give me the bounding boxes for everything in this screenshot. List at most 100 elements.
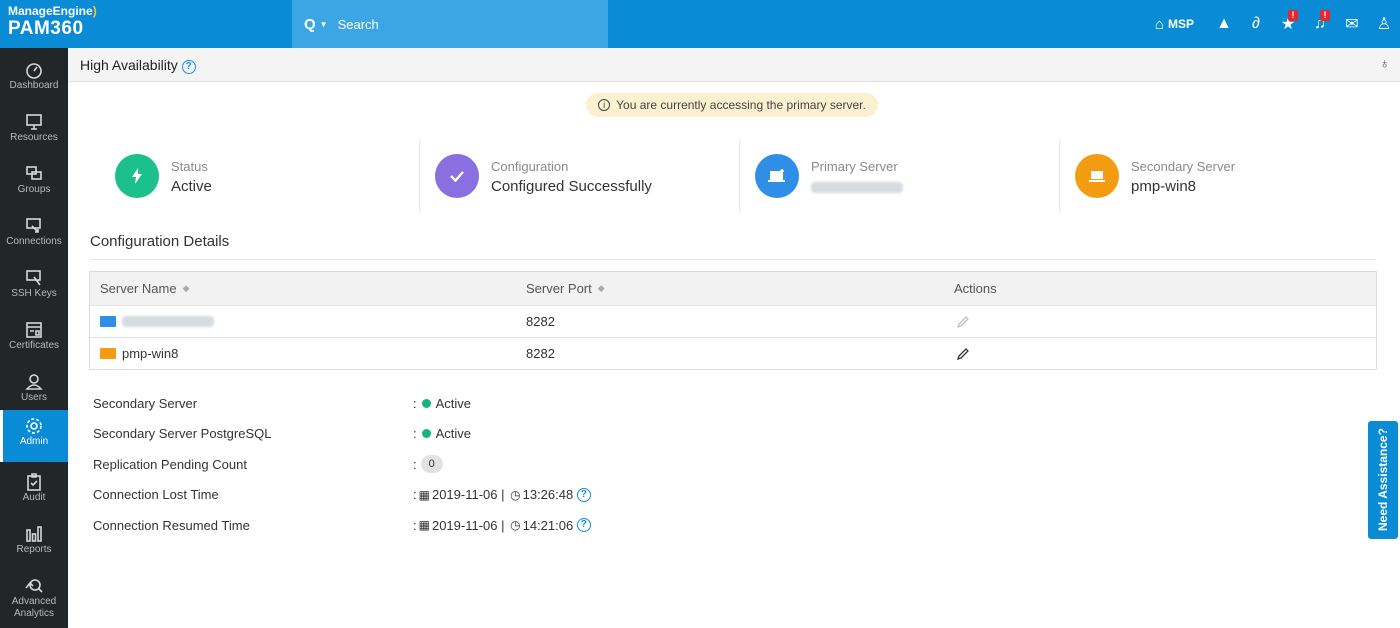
calendar-icon: ▦ — [418, 487, 430, 502]
detail-row: Connection Resumed Time : ▦ 2019-11-06 | ◷… — [93, 510, 793, 540]
server-name-cell: pmp-win8 — [100, 338, 178, 369]
sidebar-item-admin[interactable]: Admin — [0, 410, 68, 462]
info-icon: i — [598, 99, 611, 111]
dashboard-icon — [0, 54, 68, 80]
logo-arc: ) — [92, 4, 97, 18]
detail-value: Active — [435, 396, 472, 411]
sidebar-label: Resources — [10, 132, 58, 143]
sidebar-item-connections[interactable]: Connections — [0, 210, 68, 262]
ha-details: Secondary Server : Active Secondary Serve… — [93, 388, 793, 540]
msp-label: MSP — [1167, 17, 1194, 31]
sort-icon: ◆ — [597, 283, 605, 293]
secondary-server-value: pmp-win8 — [1131, 178, 1197, 195]
sidebar: Dashboard Resources Groups Connections S… — [0, 48, 68, 628]
need-assistance-button[interactable]: Need Assistance? — [1368, 421, 1398, 539]
server-icon — [100, 316, 116, 327]
calendar-icon: ▦ — [418, 518, 430, 533]
detail-row: Secondary Server : Active — [93, 396, 472, 411]
alert-badge: ! — [1288, 10, 1298, 21]
column-label: Server Port — [526, 281, 592, 296]
check-icon — [435, 154, 479, 198]
detail-label: Connection Lost Time — [93, 487, 219, 503]
detail-value: Active — [435, 426, 472, 442]
sidebar-item-groups[interactable]: Groups — [0, 158, 68, 210]
column-label: Server Name — [100, 281, 177, 296]
gear-icon — [0, 410, 68, 436]
clock-icon: ◷ — [510, 518, 521, 533]
edit-icon[interactable] — [956, 338, 970, 369]
summary-cards: Status Active Configuration Configured S… — [100, 140, 1380, 212]
analytics-icon — [0, 570, 68, 596]
topbar-actions: ⌂ MSP ▲ ∂ ★! ♫! ✉ ♙ — [1155, 0, 1400, 48]
server-icon — [755, 154, 799, 198]
sidebar-item-audit[interactable]: Audit — [0, 466, 68, 518]
sidebar-label: Certificates — [8, 340, 59, 351]
detail-label: Connection Resumed Time — [93, 517, 250, 533]
column-actions: Actions — [954, 272, 997, 305]
column-server-name[interactable]: Server Name ◆ — [100, 272, 190, 305]
page-title: High Availability — [80, 57, 178, 73]
sidebar-item-dashboard[interactable]: Dashboard — [0, 54, 68, 106]
user-icon[interactable]: ♙ — [1368, 0, 1400, 48]
sidebar-label: Admin — [19, 436, 49, 447]
certificate-icon — [0, 314, 68, 340]
lightbulb-icon[interactable]: ♁ — [1380, 55, 1391, 71]
help-icon[interactable]: ? — [576, 518, 591, 533]
server-name-cell — [100, 306, 214, 337]
clock-icon: ◷ — [510, 487, 521, 502]
help-icon[interactable]: ? — [576, 487, 591, 502]
laptop-icon — [100, 348, 116, 359]
sidebar-item-ssh-keys[interactable]: SSH Keys — [0, 262, 68, 314]
detail-time: 13:26:48 — [522, 487, 574, 503]
bell-icon[interactable]: ♫! — [1304, 0, 1336, 48]
alert-icon[interactable]: ★! — [1272, 0, 1304, 48]
connections-icon — [0, 210, 68, 236]
detail-date: 2019-11-06 — [431, 487, 498, 503]
sidebar-item-resources[interactable]: Resources — [0, 106, 68, 158]
secondary-server-card: Secondary Server pmp-win8 — [1060, 140, 1380, 212]
sidebar-label: Reports — [16, 544, 52, 555]
server-port: 8282 — [526, 346, 555, 361]
status-card: Status Active — [100, 140, 420, 212]
search-placeholder: Search — [337, 16, 379, 32]
search-box[interactable]: Q ▼ Search — [292, 0, 608, 48]
product-name: PAM360 — [8, 18, 84, 39]
configuration-label: Configuration — [491, 159, 569, 174]
brand-logo[interactable]: ManageEngine) PAM360 — [8, 4, 128, 44]
sidebar-item-certificates[interactable]: Certificates — [0, 314, 68, 366]
edit-icon — [956, 306, 970, 337]
monitor-icon — [0, 106, 68, 132]
sidebar-item-reports[interactable]: Reports — [0, 518, 68, 570]
sidebar-label: Advanced Analytics — [11, 596, 57, 619]
status-dot — [421, 429, 431, 439]
detail-row: Secondary Server PostgreSQL : Active — [93, 426, 472, 442]
table-header: Server Name ◆ Server Port ◆ Actions — [90, 272, 1376, 305]
primary-server-card: Primary Server — [740, 140, 1060, 212]
section-divider — [90, 259, 1376, 260]
sidebar-label: Users — [20, 392, 48, 403]
bar-chart-icon — [0, 518, 68, 544]
table-row: 8282 — [90, 305, 1376, 337]
ssh-key-icon — [0, 262, 68, 288]
rocket-icon[interactable]: ▲ — [1208, 0, 1240, 48]
page-header: High Availability ? ♁ — [68, 48, 1400, 82]
detail-label: Secondary Server PostgreSQL — [93, 426, 272, 442]
column-server-port[interactable]: Server Port ◆ — [526, 272, 605, 305]
lightning-icon — [115, 154, 159, 198]
configuration-value: Configured Successfully — [491, 178, 652, 195]
primary-server-notice: i You are currently accessing the primar… — [586, 93, 878, 117]
configuration-card: Configuration Configured Successfully — [420, 140, 740, 212]
user-icon — [0, 366, 68, 392]
detail-date: 2019-11-06 — [431, 517, 498, 533]
configuration-details-title: Configuration Details — [90, 233, 230, 250]
sidebar-item-advanced-analytics[interactable]: Advanced Analytics — [0, 570, 68, 628]
detail-time: 14:21:06 — [522, 517, 574, 533]
mail-icon[interactable]: ✉ — [1336, 0, 1368, 48]
detail-label: Secondary Server — [93, 396, 198, 411]
link-icon[interactable]: ∂ — [1240, 0, 1272, 48]
search-icon: Q — [304, 15, 316, 33]
help-icon[interactable]: ? — [181, 60, 196, 74]
msp-selector[interactable]: ⌂ MSP — [1155, 16, 1194, 33]
detail-row: Connection Lost Time : ▦ 2019-11-06 | ◷ 13:… — [93, 479, 793, 509]
sidebar-label: Groups — [17, 184, 51, 195]
